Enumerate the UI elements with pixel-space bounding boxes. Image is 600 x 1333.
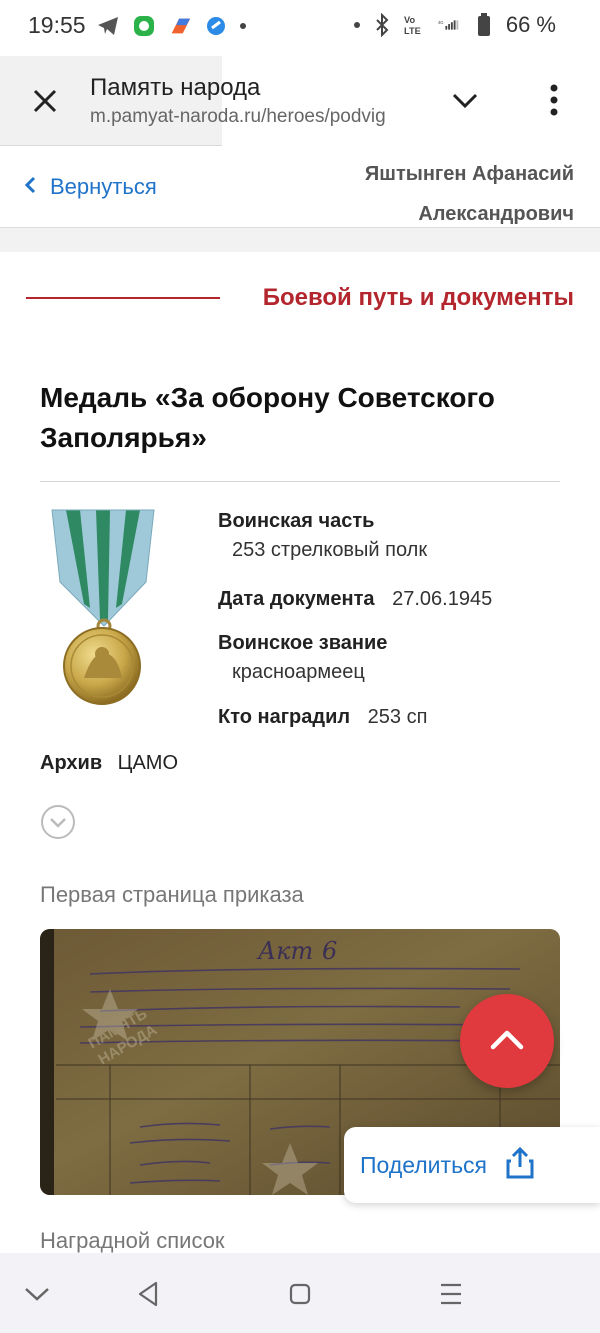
medal-image (44, 508, 162, 708)
chevron-up-icon (489, 1027, 525, 1056)
telegram-icon (96, 14, 120, 38)
rank-label: Воинское звание (218, 632, 388, 654)
separator-strip (0, 228, 600, 252)
date-label: Дата документа (218, 588, 375, 610)
nav-recents-icon[interactable] (436, 1279, 466, 1309)
svg-text:Акт: Акт (256, 937, 313, 965)
browser-url[interactable]: m.pamyat-naroda.ru/heroes/podvig (90, 106, 420, 128)
award-title: Медаль «За оборону Советского Заполярья» (40, 382, 495, 453)
close-icon[interactable] (28, 84, 62, 118)
section-header: Боевой путь и документы (26, 278, 574, 322)
award-list-caption: Наградной список (40, 1228, 225, 1253)
section-title: Боевой путь и документы (262, 284, 574, 311)
awarded-by-label: Кто наградил (218, 706, 351, 728)
back-button[interactable]: Вернуться (24, 174, 157, 200)
svg-text:LTE: LTE (404, 26, 421, 36)
chevron-left-icon (24, 174, 36, 200)
more-button[interactable] (40, 804, 88, 845)
dot-icon (240, 23, 246, 29)
back-label: Вернуться (50, 174, 157, 199)
system-icons: Vo LTE 4G 66 % (353, 12, 556, 38)
hero-name: Яштынген Афанасий Александрович (365, 154, 574, 234)
awarded-by-value: 253 сп (367, 706, 428, 728)
browser-toolbar: Память народа m.pamyat-naroda.ru/heroes/… (0, 56, 600, 146)
share-icon (505, 1146, 535, 1185)
rank-row: Воинское звание красноармеец (218, 632, 387, 684)
bluetooth-icon (370, 13, 394, 37)
rank-value: красноармеец (232, 661, 365, 683)
chevron-down-circle-icon (40, 804, 76, 845)
first-page-caption: Первая страница приказа (40, 882, 304, 907)
nav-home-icon[interactable] (285, 1279, 315, 1309)
system-nav-bar (0, 1253, 600, 1333)
share-label: Поделиться (360, 1151, 488, 1178)
status-bar: 19:55 Vo LTE 4G 66 % (0, 0, 600, 56)
chevron-down-icon[interactable] (448, 86, 482, 116)
page-header: Вернуться Яштынген Афанасий Александрови… (0, 146, 600, 228)
more-vertical-icon[interactable] (540, 80, 568, 120)
svg-text:4G: 4G (438, 20, 444, 25)
share-button[interactable]: Поделиться (344, 1127, 600, 1203)
unit-row: Воинская часть 253 стрелковый полк (218, 510, 427, 562)
signal-icon: 4G (438, 13, 462, 37)
volte-icon: Vo LTE (404, 13, 428, 37)
hero-name-line1: Яштынген Афанасий (364, 163, 574, 185)
archive-value: ЦАМО (117, 752, 179, 774)
battery-icon (472, 13, 496, 37)
archive-label: Архив (40, 752, 103, 774)
browser-page-title: Память народа (90, 74, 261, 101)
app-orange-icon (168, 14, 192, 38)
app-green-icon (132, 14, 156, 38)
nav-back-icon[interactable] (134, 1279, 164, 1309)
scroll-top-button[interactable] (460, 994, 554, 1088)
app-blue-icon (204, 14, 228, 38)
date-row: Дата документа 27.06.1945 (218, 588, 492, 611)
dot-icon (353, 22, 360, 28)
unit-value: 253 стрелковый полк (232, 539, 428, 561)
notification-icons (96, 14, 246, 38)
battery-percent: 66 % (505, 12, 556, 37)
status-time: 19:55 (28, 12, 86, 38)
archive-row: Архив ЦАМО (40, 752, 178, 775)
section-rule (26, 297, 220, 299)
svg-text:6: 6 (322, 937, 337, 965)
unit-label: Воинская часть (218, 510, 375, 532)
nav-hide-icon[interactable] (22, 1279, 52, 1309)
divider (40, 481, 560, 482)
awarded-by-row: Кто наградил 253 сп (218, 706, 427, 729)
svg-text:Vo: Vo (404, 15, 415, 25)
date-value: 27.06.1945 (392, 588, 493, 610)
